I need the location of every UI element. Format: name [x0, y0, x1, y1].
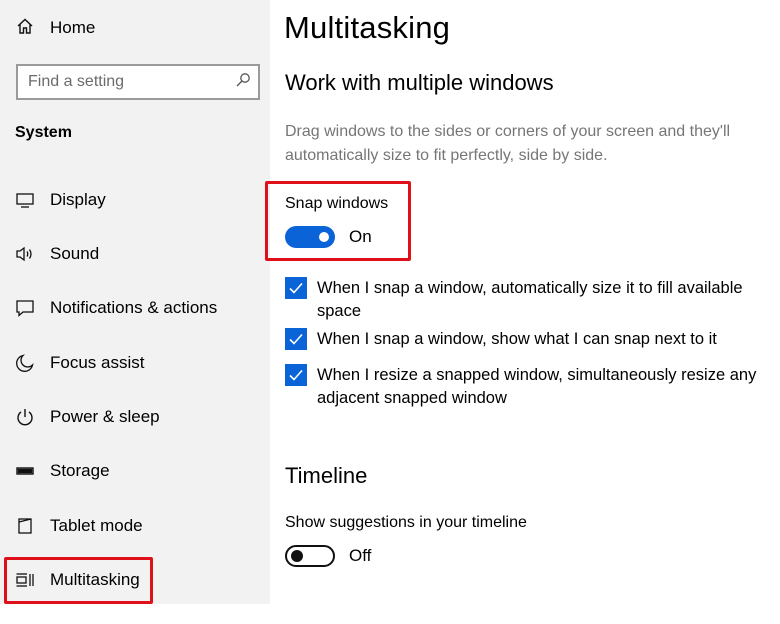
sidebar-item-notifications[interactable]: Notifications & actions	[14, 293, 217, 323]
timeline-section-heading: Timeline	[285, 463, 368, 488]
sidebar-item-label: Multitasking	[50, 570, 140, 589]
snap-windows-toggle[interactable]	[285, 226, 335, 248]
sidebar-item-focus-assist[interactable]: Focus assist	[14, 348, 144, 378]
sidebar-item-power-sleep[interactable]: Power & sleep	[14, 402, 160, 432]
snap-windows-state: On	[349, 227, 372, 246]
timeline-toggle-row[interactable]: Off	[285, 545, 371, 567]
snap-windows-label: Snap windows	[285, 195, 389, 212]
sidebar-item-label: Power & sleep	[50, 407, 160, 426]
speaker-icon	[14, 243, 36, 265]
sidebar-item-label: Focus assist	[50, 353, 145, 372]
storage-icon	[14, 460, 36, 482]
snap-windows-toggle-row[interactable]: On	[285, 226, 372, 248]
sidebar-item-storage[interactable]: Storage	[14, 456, 110, 486]
snap-resize-checkbox[interactable]	[285, 364, 307, 386]
snap-option-label: When I snap a window, automatically size…	[317, 279, 743, 320]
sidebar-item-multitasking[interactable]: Multitasking	[14, 565, 140, 595]
sidebar-item-display[interactable]: Display	[14, 185, 106, 215]
sidebar: Home System Display Sound Notifications …	[0, 0, 270, 604]
snap-fill-checkbox[interactable]	[285, 277, 307, 299]
timeline-suggestions-toggle[interactable]	[285, 545, 335, 567]
sidebar-item-label: Tablet mode	[50, 516, 143, 535]
power-icon	[14, 406, 36, 428]
search-input[interactable]	[28, 73, 235, 91]
main-panel: Multitasking Work with multiple windows …	[270, 0, 780, 624]
page-title: Multitasking	[284, 10, 451, 45]
snap-option-row[interactable]: When I snap a window, show what I can sn…	[285, 328, 775, 351]
windows-section-heading: Work with multiple windows	[285, 70, 554, 95]
multitasking-icon	[14, 569, 36, 591]
checkmark-icon	[289, 333, 303, 345]
timeline-suggestions-state: Off	[349, 546, 372, 565]
snap-assist-checkbox[interactable]	[285, 328, 307, 350]
checkmark-icon	[289, 282, 303, 294]
sidebar-item-sound[interactable]: Sound	[14, 239, 99, 269]
sidebar-item-tablet-mode[interactable]: Tablet mode	[14, 511, 143, 541]
snap-option-row[interactable]: When I resize a snapped window, simultan…	[285, 364, 775, 410]
snap-option-row[interactable]: When I snap a window, automatically size…	[285, 277, 775, 323]
timeline-suggestions-label: Show suggestions in your timeline	[285, 514, 527, 531]
sidebar-item-label: Storage	[50, 461, 110, 480]
home-label: Home	[50, 18, 96, 37]
windows-section-description: Drag windows to the sides or corners of …	[285, 123, 731, 164]
home-nav-item[interactable]: Home	[16, 14, 95, 42]
sidebar-item-label: Notifications & actions	[50, 298, 218, 317]
snap-option-label: When I snap a window, show what I can sn…	[317, 330, 717, 348]
checkmark-icon	[289, 369, 303, 381]
sidebar-item-label: Display	[50, 190, 106, 209]
section-title: System	[15, 124, 72, 141]
sidebar-item-label: Sound	[50, 244, 100, 263]
home-icon	[16, 17, 34, 40]
moon-icon	[14, 352, 36, 374]
search-box[interactable]	[16, 64, 260, 100]
tablet-icon	[14, 515, 36, 537]
snap-option-label: When I resize a snapped window, simultan…	[317, 366, 757, 407]
notification-icon	[14, 297, 36, 319]
monitor-icon	[14, 189, 36, 211]
search-icon[interactable]	[235, 72, 251, 93]
